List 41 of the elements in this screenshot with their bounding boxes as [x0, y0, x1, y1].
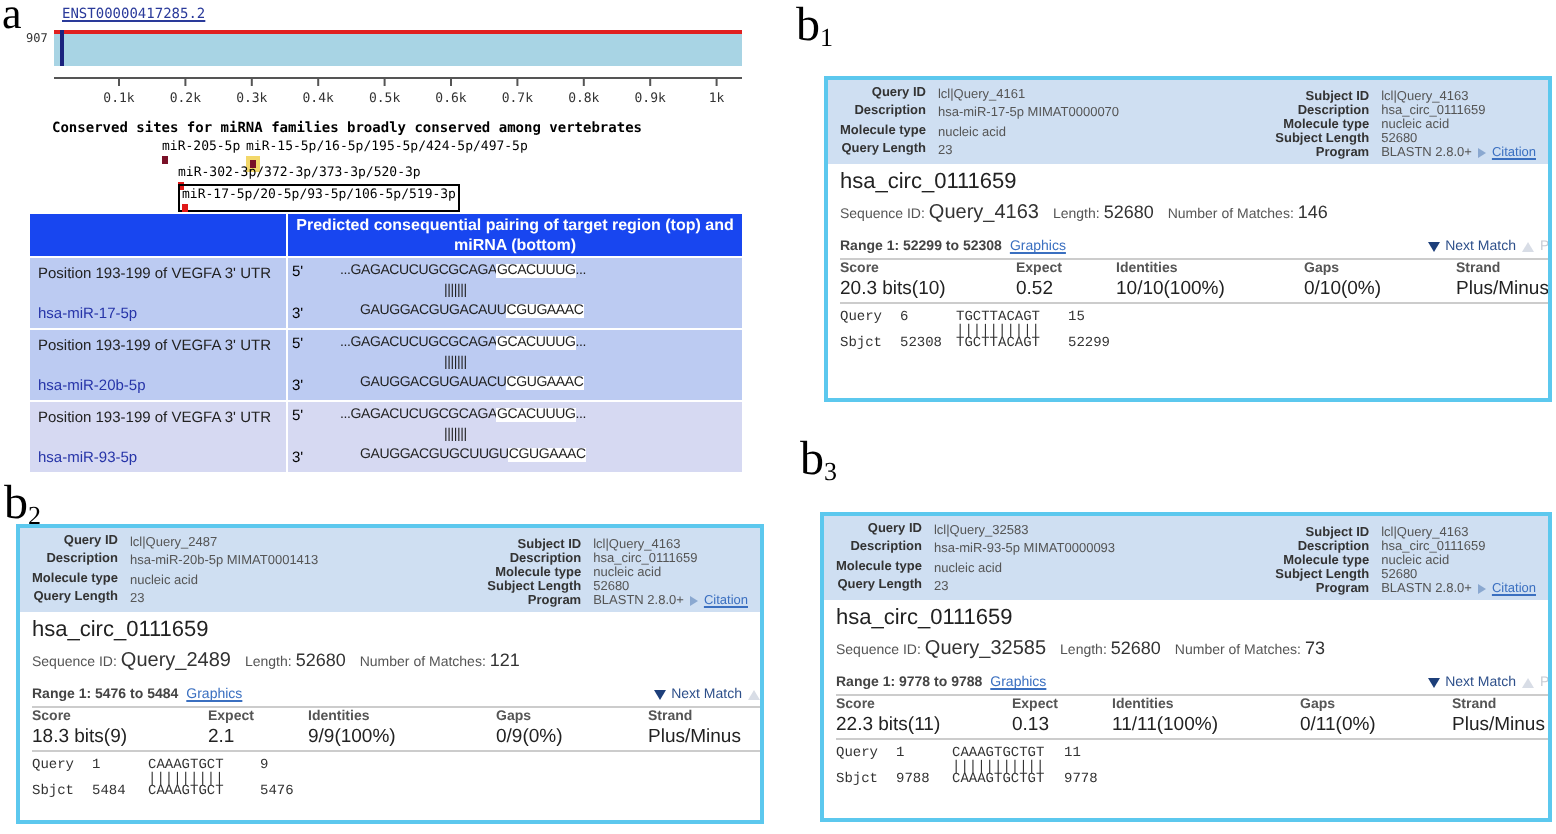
panel-label: b$_{1}$ — [796, 8, 833, 44]
stat-value: Plus/Minus — [648, 726, 743, 748]
panel-label: b$_{2}$ — [4, 486, 41, 522]
field-value: 121 — [489, 648, 520, 674]
stat-value: Plus/Minus — [1452, 714, 1547, 736]
up-triangle-icon — [1522, 242, 1534, 252]
field-value: Query_4163 — [928, 200, 1039, 228]
up-triangle-icon — [1522, 678, 1534, 688]
stat-value: 18.3 bits(9) — [32, 726, 130, 748]
stat-value: 0.13 — [1012, 714, 1051, 736]
down-triangle-icon — [653, 690, 666, 700]
field-value: Query_32585 — [924, 636, 1047, 664]
stat-value: Plus/Minus — [1456, 278, 1548, 300]
field-value: Query_2489 — [120, 648, 231, 676]
stat-value: 22.3 bits(11) — [836, 714, 943, 736]
triangle-icon — [1477, 584, 1486, 594]
panel-label: b$_{3}$ — [800, 442, 837, 478]
triangle-icon — [689, 596, 698, 606]
stat-value: 2.1 — [208, 726, 237, 748]
table-header: Predicted consequential pairing of target region (top) and miRNA (bottom) — [288, 214, 742, 256]
up-triangle-icon — [748, 690, 760, 700]
down-triangle-icon — [1427, 242, 1440, 252]
sequence-title: hsa_circ_0111659 — [836, 606, 1015, 632]
stat-value: 0/9(0%) — [496, 726, 565, 748]
panel-label: a — [2, 0, 22, 38]
sequence-title: hsa_circ_0111659 — [32, 618, 211, 644]
stat-value: 11/11(100%) — [1112, 714, 1220, 736]
field-value: 52680 — [295, 648, 346, 674]
stat-value: 0/11(0%) — [1300, 714, 1378, 736]
stat-value: 20.3 bits(10) — [840, 278, 948, 300]
down-triangle-icon — [1427, 678, 1440, 688]
field-value: 73 — [1304, 636, 1325, 662]
stat-value: 10/10(100%) — [1116, 278, 1227, 300]
field-value: 146 — [1297, 200, 1328, 226]
sequence-title: hsa_circ_0111659 — [840, 170, 1019, 196]
stat-value: 0.52 — [1016, 278, 1055, 300]
stat-value: 0/10(0%) — [1304, 278, 1384, 300]
triangle-icon — [1477, 148, 1486, 158]
stat-value: 9/9(100%) — [308, 726, 398, 748]
field-value: 52680 — [1110, 636, 1161, 662]
field-value: 52680 — [1103, 200, 1154, 226]
